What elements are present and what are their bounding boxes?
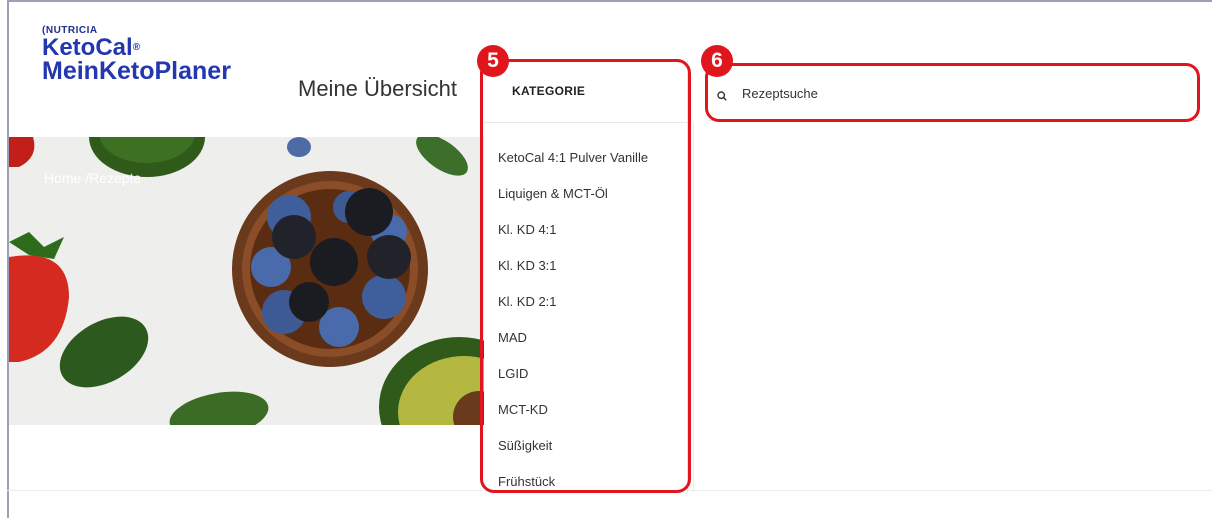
- content-divider: [693, 122, 694, 492]
- category-item-suessigkeit[interactable]: Süßigkeit: [498, 428, 648, 464]
- category-item-fruehstueck[interactable]: Frühstück: [498, 464, 648, 500]
- category-item-mct-kd[interactable]: MCT-KD: [498, 392, 648, 428]
- recipe-search-input[interactable]: [742, 83, 1162, 103]
- category-item-lgid[interactable]: LGID: [498, 356, 648, 392]
- ketocal-logo[interactable]: (NUTRICIA KetoCal® MeinKetoPlaner: [42, 25, 231, 84]
- search-icon: [717, 88, 727, 101]
- registered-mark: ®: [132, 42, 141, 53]
- frame-top-border: [7, 0, 1212, 2]
- category-item-kl-kd-4-1[interactable]: Kl. KD 4:1: [498, 212, 648, 248]
- category-list: KetoCal 4:1 Pulver Vanille Liquigen & MC…: [498, 140, 648, 500]
- category-item-ketocal-pulver-vanille[interactable]: KetoCal 4:1 Pulver Vanille: [498, 140, 648, 176]
- category-item-mad[interactable]: MAD: [498, 320, 648, 356]
- nav-meine-uebersicht[interactable]: Meine Übersicht: [298, 76, 457, 102]
- category-item-kl-kd-2-1[interactable]: Kl. KD 2:1: [498, 284, 648, 320]
- logo-meinketoplaner: MeinKetoPlaner: [42, 57, 231, 85]
- category-title: KATEGORIE: [512, 84, 586, 98]
- annotation-badge-6: 6: [701, 45, 733, 77]
- logo-ketocal: KetoCal®: [42, 34, 141, 61]
- annotation-badge-5: 5: [477, 45, 509, 77]
- category-item-liquigen-mct-oel[interactable]: Liquigen & MCT-Öl: [498, 176, 648, 212]
- breadcrumb[interactable]: Home /Rezepte: [44, 170, 141, 186]
- category-item-kl-kd-3-1[interactable]: Kl. KD 3:1: [498, 248, 648, 284]
